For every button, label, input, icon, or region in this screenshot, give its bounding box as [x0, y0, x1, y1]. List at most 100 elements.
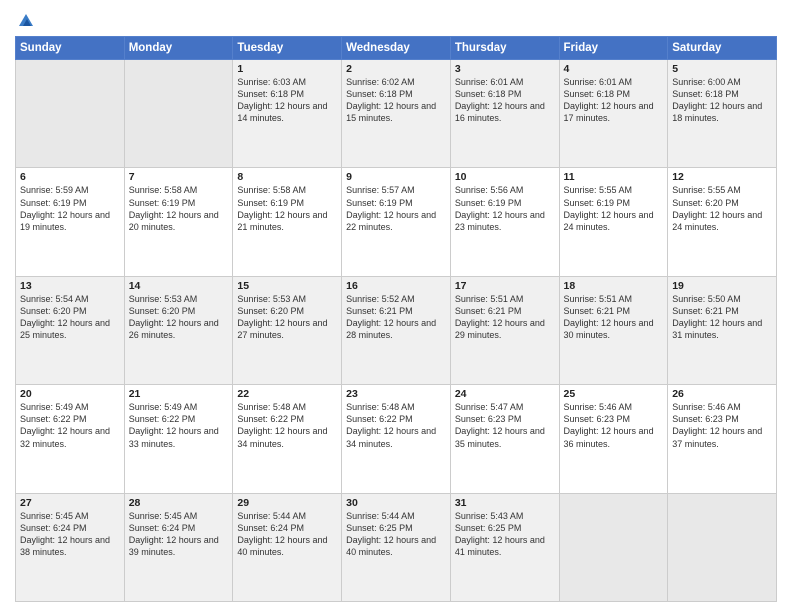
header-day-wednesday: Wednesday	[342, 37, 451, 60]
day-number: 5	[672, 63, 772, 75]
day-number: 4	[564, 63, 664, 75]
calendar-cell	[559, 493, 668, 601]
calendar-cell: 20Sunrise: 5:49 AMSunset: 6:22 PMDayligh…	[16, 385, 125, 493]
day-number: 28	[129, 497, 229, 509]
calendar-cell: 26Sunrise: 5:46 AMSunset: 6:23 PMDayligh…	[668, 385, 777, 493]
logo	[15, 10, 35, 30]
header-day-monday: Monday	[124, 37, 233, 60]
calendar-cell: 12Sunrise: 5:55 AMSunset: 6:20 PMDayligh…	[668, 168, 777, 276]
calendar-cell: 9Sunrise: 5:57 AMSunset: 6:19 PMDaylight…	[342, 168, 451, 276]
day-info: Sunrise: 5:57 AMSunset: 6:19 PMDaylight:…	[346, 184, 446, 233]
day-number: 18	[564, 280, 664, 292]
calendar-cell: 24Sunrise: 5:47 AMSunset: 6:23 PMDayligh…	[450, 385, 559, 493]
day-info: Sunrise: 5:55 AMSunset: 6:20 PMDaylight:…	[672, 184, 772, 233]
day-number: 15	[237, 280, 337, 292]
day-number: 23	[346, 388, 446, 400]
calendar-cell: 5Sunrise: 6:00 AMSunset: 6:18 PMDaylight…	[668, 60, 777, 168]
day-number: 31	[455, 497, 555, 509]
day-info: Sunrise: 5:53 AMSunset: 6:20 PMDaylight:…	[129, 293, 229, 342]
day-info: Sunrise: 5:45 AMSunset: 6:24 PMDaylight:…	[129, 510, 229, 559]
calendar-cell: 31Sunrise: 5:43 AMSunset: 6:25 PMDayligh…	[450, 493, 559, 601]
day-number: 10	[455, 171, 555, 183]
day-number: 3	[455, 63, 555, 75]
day-number: 22	[237, 388, 337, 400]
day-info: Sunrise: 6:02 AMSunset: 6:18 PMDaylight:…	[346, 76, 446, 125]
day-number: 21	[129, 388, 229, 400]
calendar-cell: 7Sunrise: 5:58 AMSunset: 6:19 PMDaylight…	[124, 168, 233, 276]
calendar-week-row: 27Sunrise: 5:45 AMSunset: 6:24 PMDayligh…	[16, 493, 777, 601]
calendar-table: SundayMondayTuesdayWednesdayThursdayFrid…	[15, 36, 777, 602]
day-number: 27	[20, 497, 120, 509]
calendar-cell: 19Sunrise: 5:50 AMSunset: 6:21 PMDayligh…	[668, 276, 777, 384]
day-number: 9	[346, 171, 446, 183]
calendar-cell	[16, 60, 125, 168]
calendar-cell	[124, 60, 233, 168]
calendar-cell: 16Sunrise: 5:52 AMSunset: 6:21 PMDayligh…	[342, 276, 451, 384]
day-info: Sunrise: 5:54 AMSunset: 6:20 PMDaylight:…	[20, 293, 120, 342]
header	[15, 10, 777, 30]
day-info: Sunrise: 5:48 AMSunset: 6:22 PMDaylight:…	[237, 401, 337, 450]
calendar-cell: 11Sunrise: 5:55 AMSunset: 6:19 PMDayligh…	[559, 168, 668, 276]
calendar-cell: 23Sunrise: 5:48 AMSunset: 6:22 PMDayligh…	[342, 385, 451, 493]
day-number: 2	[346, 63, 446, 75]
calendar-cell: 27Sunrise: 5:45 AMSunset: 6:24 PMDayligh…	[16, 493, 125, 601]
calendar-cell: 18Sunrise: 5:51 AMSunset: 6:21 PMDayligh…	[559, 276, 668, 384]
day-info: Sunrise: 5:55 AMSunset: 6:19 PMDaylight:…	[564, 184, 664, 233]
calendar-cell: 15Sunrise: 5:53 AMSunset: 6:20 PMDayligh…	[233, 276, 342, 384]
day-number: 1	[237, 63, 337, 75]
calendar-cell: 2Sunrise: 6:02 AMSunset: 6:18 PMDaylight…	[342, 60, 451, 168]
day-info: Sunrise: 5:56 AMSunset: 6:19 PMDaylight:…	[455, 184, 555, 233]
day-number: 12	[672, 171, 772, 183]
day-info: Sunrise: 5:49 AMSunset: 6:22 PMDaylight:…	[129, 401, 229, 450]
day-info: Sunrise: 5:51 AMSunset: 6:21 PMDaylight:…	[564, 293, 664, 342]
day-info: Sunrise: 5:49 AMSunset: 6:22 PMDaylight:…	[20, 401, 120, 450]
calendar-cell: 6Sunrise: 5:59 AMSunset: 6:19 PMDaylight…	[16, 168, 125, 276]
day-info: Sunrise: 6:03 AMSunset: 6:18 PMDaylight:…	[237, 76, 337, 125]
calendar-cell: 25Sunrise: 5:46 AMSunset: 6:23 PMDayligh…	[559, 385, 668, 493]
day-info: Sunrise: 6:00 AMSunset: 6:18 PMDaylight:…	[672, 76, 772, 125]
header-day-sunday: Sunday	[16, 37, 125, 60]
header-day-thursday: Thursday	[450, 37, 559, 60]
calendar-cell: 14Sunrise: 5:53 AMSunset: 6:20 PMDayligh…	[124, 276, 233, 384]
calendar-week-row: 20Sunrise: 5:49 AMSunset: 6:22 PMDayligh…	[16, 385, 777, 493]
day-info: Sunrise: 5:58 AMSunset: 6:19 PMDaylight:…	[237, 184, 337, 233]
day-info: Sunrise: 6:01 AMSunset: 6:18 PMDaylight:…	[455, 76, 555, 125]
day-number: 29	[237, 497, 337, 509]
logo-icon	[17, 12, 35, 30]
calendar-cell: 22Sunrise: 5:48 AMSunset: 6:22 PMDayligh…	[233, 385, 342, 493]
day-number: 13	[20, 280, 120, 292]
day-number: 17	[455, 280, 555, 292]
day-number: 26	[672, 388, 772, 400]
calendar-cell: 8Sunrise: 5:58 AMSunset: 6:19 PMDaylight…	[233, 168, 342, 276]
calendar-week-row: 6Sunrise: 5:59 AMSunset: 6:19 PMDaylight…	[16, 168, 777, 276]
day-info: Sunrise: 5:44 AMSunset: 6:24 PMDaylight:…	[237, 510, 337, 559]
calendar-week-row: 1Sunrise: 6:03 AMSunset: 6:18 PMDaylight…	[16, 60, 777, 168]
day-info: Sunrise: 5:51 AMSunset: 6:21 PMDaylight:…	[455, 293, 555, 342]
day-info: Sunrise: 5:48 AMSunset: 6:22 PMDaylight:…	[346, 401, 446, 450]
day-info: Sunrise: 5:46 AMSunset: 6:23 PMDaylight:…	[564, 401, 664, 450]
day-number: 19	[672, 280, 772, 292]
day-info: Sunrise: 5:58 AMSunset: 6:19 PMDaylight:…	[129, 184, 229, 233]
day-number: 25	[564, 388, 664, 400]
calendar-cell: 4Sunrise: 6:01 AMSunset: 6:18 PMDaylight…	[559, 60, 668, 168]
calendar-header-row: SundayMondayTuesdayWednesdayThursdayFrid…	[16, 37, 777, 60]
header-day-friday: Friday	[559, 37, 668, 60]
day-number: 8	[237, 171, 337, 183]
day-info: Sunrise: 5:52 AMSunset: 6:21 PMDaylight:…	[346, 293, 446, 342]
calendar-cell: 3Sunrise: 6:01 AMSunset: 6:18 PMDaylight…	[450, 60, 559, 168]
header-day-saturday: Saturday	[668, 37, 777, 60]
calendar-cell: 13Sunrise: 5:54 AMSunset: 6:20 PMDayligh…	[16, 276, 125, 384]
calendar-cell: 17Sunrise: 5:51 AMSunset: 6:21 PMDayligh…	[450, 276, 559, 384]
day-number: 16	[346, 280, 446, 292]
day-info: Sunrise: 5:46 AMSunset: 6:23 PMDaylight:…	[672, 401, 772, 450]
calendar-cell: 1Sunrise: 6:03 AMSunset: 6:18 PMDaylight…	[233, 60, 342, 168]
day-number: 6	[20, 171, 120, 183]
day-number: 11	[564, 171, 664, 183]
day-number: 24	[455, 388, 555, 400]
day-info: Sunrise: 6:01 AMSunset: 6:18 PMDaylight:…	[564, 76, 664, 125]
day-info: Sunrise: 5:44 AMSunset: 6:25 PMDaylight:…	[346, 510, 446, 559]
day-number: 30	[346, 497, 446, 509]
day-info: Sunrise: 5:45 AMSunset: 6:24 PMDaylight:…	[20, 510, 120, 559]
day-info: Sunrise: 5:43 AMSunset: 6:25 PMDaylight:…	[455, 510, 555, 559]
day-info: Sunrise: 5:53 AMSunset: 6:20 PMDaylight:…	[237, 293, 337, 342]
